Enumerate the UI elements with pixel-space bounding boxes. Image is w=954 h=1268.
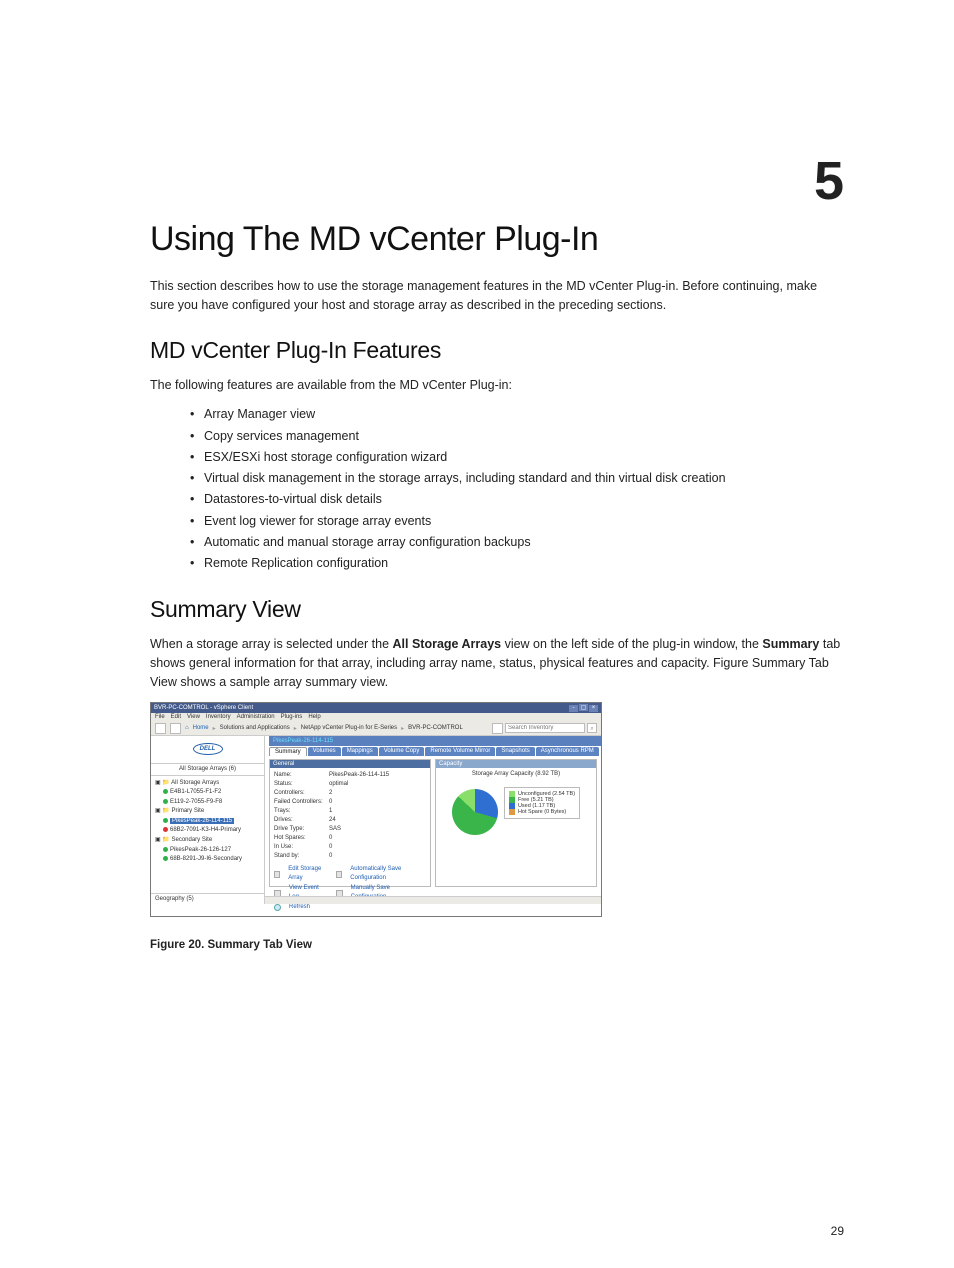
arrays-header: All Storage Arrays (6): [151, 764, 264, 776]
back-button[interactable]: [155, 723, 166, 734]
features-list: Array Manager view Copy services managem…: [190, 404, 844, 574]
minimize-icon[interactable]: -: [569, 705, 578, 712]
menu-bar[interactable]: File Edit View Inventory Administration …: [151, 713, 601, 722]
intro-paragraph: This section describes how to use the st…: [150, 277, 844, 315]
tree-item[interactable]: PikesPeak-26-126-127: [155, 846, 260, 856]
tree-folder-secondary[interactable]: ▣ 📁 Secondary Site: [155, 836, 260, 846]
tree-item[interactable]: 68B-8291-J9-I6-Secondary: [155, 855, 260, 865]
capacity-legend: Unconfigured (2.54 TB) Free (5.21 TB) Us…: [504, 787, 580, 819]
refresh-link[interactable]: Refresh: [289, 903, 310, 913]
capacity-heading: Storage Array Capacity (8.92 TB): [440, 771, 592, 777]
tree-item[interactable]: E4B1-L7055-F1-F2: [155, 788, 260, 798]
forward-button[interactable]: [170, 723, 181, 734]
general-panel-title: General: [270, 760, 430, 768]
tab-summary[interactable]: Summary: [269, 747, 307, 756]
geography-footer[interactable]: Geography (5): [151, 893, 264, 904]
section-summary-heading: Summary View: [150, 596, 844, 623]
figure-caption: Figure 20. Summary Tab View: [150, 937, 844, 954]
list-item: Array Manager view: [190, 404, 844, 425]
section-features-heading: MD vCenter Plug-In Features: [150, 337, 844, 364]
autosave-icon: [336, 871, 342, 878]
page-number: 29: [831, 1224, 844, 1238]
breadcrumb-solutions[interactable]: Solutions and Applications: [220, 725, 290, 731]
list-item: Datastores-to-virtual disk details: [190, 489, 844, 510]
general-links: Edit Storage Array Automatically Save Co…: [274, 865, 426, 913]
capacity-panel-title: Capacity: [436, 760, 596, 768]
section-features-lead: The following features are available fro…: [150, 376, 844, 395]
window-title: BVR-PC-COMTROL - vSphere Client: [154, 705, 253, 711]
tab-remote-mirror[interactable]: Remote Volume Mirror: [425, 747, 495, 756]
menu-plugins[interactable]: Plug-ins: [281, 714, 303, 720]
search-icon[interactable]: ⌕: [587, 723, 597, 733]
tab-volume-copy[interactable]: Volume Copy: [379, 747, 425, 756]
refresh-icon: [274, 904, 281, 911]
list-item: Remote Replication configuration: [190, 553, 844, 574]
menu-inventory[interactable]: Inventory: [206, 714, 231, 720]
maximize-icon[interactable]: ▢: [579, 704, 588, 711]
edit-icon: [274, 871, 280, 878]
breadcrumb-home[interactable]: Home: [193, 725, 209, 731]
search-input[interactable]: [505, 723, 585, 733]
section-summary-body: When a storage array is selected under t…: [150, 635, 844, 691]
home-icon[interactable]: ⌂: [185, 725, 189, 731]
dell-logo: DELL: [151, 736, 264, 764]
menu-edit[interactable]: Edit: [171, 714, 181, 720]
tree-item-selected[interactable]: PikesPeak-26-114-115: [155, 817, 260, 827]
breadcrumb-host[interactable]: BVR-PC-COMTROL: [408, 725, 463, 731]
tree-item[interactable]: E119-2-7055-F9-F8: [155, 798, 260, 808]
left-panel: DELL All Storage Arrays (6) ▣ 📁 All Stor…: [151, 736, 265, 904]
list-item: Copy services management: [190, 426, 844, 447]
edit-array-link[interactable]: Edit Storage Array: [288, 865, 330, 884]
tree-root[interactable]: ▣ 📁 All Storage Arrays: [155, 779, 260, 789]
inventory-icon[interactable]: [492, 723, 503, 734]
tree-item[interactable]: 68B2-7091-K3-H4-Primary: [155, 826, 260, 836]
list-item: Automatic and manual storage array confi…: [190, 532, 844, 553]
right-panel: PikesPeak-26-114-115 Summary Volumes Map…: [265, 736, 601, 904]
storage-tree[interactable]: ▣ 📁 All Storage Arrays E4B1-L7055-F1-F2 …: [151, 776, 264, 893]
toolbar: ⌂ Home ▸ Solutions and Applications ▸ Ne…: [151, 722, 601, 736]
menu-help[interactable]: Help: [308, 714, 320, 720]
status-bar: [265, 896, 601, 904]
selected-array-bar: PikesPeak-26-114-115: [269, 736, 601, 746]
menu-file[interactable]: File: [155, 714, 165, 720]
close-icon[interactable]: ×: [589, 705, 598, 712]
tab-async-rpm[interactable]: Asynchronous RPM: [536, 747, 599, 756]
tab-volumes[interactable]: Volumes: [308, 747, 341, 756]
list-item: Event log viewer for storage array event…: [190, 511, 844, 532]
breadcrumb-plugin[interactable]: NetApp vCenter Plug-in for E-Series: [301, 725, 397, 731]
page-title: Using The MD vCenter Plug-In: [150, 220, 844, 259]
capacity-pie-chart: [452, 789, 498, 835]
search-box: ⌕: [492, 723, 597, 734]
window-titlebar: BVR-PC-COMTROL - vSphere Client -▢×: [151, 703, 601, 713]
chapter-number: 5: [814, 150, 844, 212]
general-panel: General Name:PikesPeak-26-114-115 Status…: [269, 759, 431, 887]
tab-bar: Summary Volumes Mappings Volume Copy Rem…: [269, 747, 601, 756]
autosave-link[interactable]: Automatically Save Configuration: [350, 865, 426, 884]
tree-folder-primary[interactable]: ▣ 📁 Primary Site: [155, 807, 260, 817]
menu-view[interactable]: View: [187, 714, 200, 720]
capacity-panel: Capacity Storage Array Capacity (8.92 TB…: [435, 759, 597, 887]
menu-administration[interactable]: Administration: [237, 714, 275, 720]
vsphere-screenshot: BVR-PC-COMTROL - vSphere Client -▢× File…: [150, 702, 602, 917]
list-item: Virtual disk management in the storage a…: [190, 468, 844, 489]
tab-mappings[interactable]: Mappings: [342, 747, 378, 756]
window-buttons[interactable]: -▢×: [568, 704, 598, 712]
tab-snapshots[interactable]: Snapshots: [496, 747, 534, 756]
list-item: ESX/ESXi host storage configuration wiza…: [190, 447, 844, 468]
